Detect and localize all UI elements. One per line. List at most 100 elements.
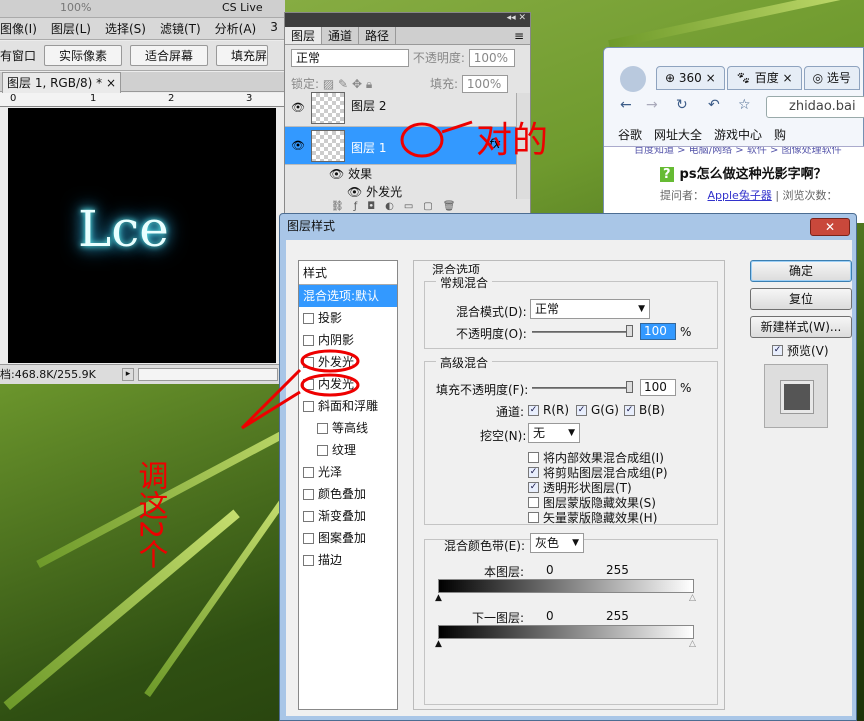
layer-name[interactable]: 图层 1 bbox=[351, 139, 386, 156]
style-item-drop-shadow[interactable]: 投影 bbox=[299, 307, 397, 329]
refresh-icon[interactable]: ↻ bbox=[676, 97, 688, 113]
checkbox[interactable]: ✓ bbox=[528, 404, 539, 416]
slider-black-handle[interactable]: ▲ bbox=[435, 593, 442, 603]
layer-name[interactable]: 图层 2 bbox=[351, 97, 386, 114]
asker-link[interactable]: Apple兔子器 bbox=[708, 189, 772, 202]
menu-image[interactable]: 图像(I) bbox=[0, 20, 37, 37]
style-item-color-overlay[interactable]: 颜色叠加 bbox=[299, 483, 397, 505]
forward-icon[interactable]: → bbox=[646, 97, 658, 113]
tab-paths[interactable]: 路径 bbox=[359, 27, 397, 44]
checkbox[interactable]: ✓ bbox=[624, 404, 635, 416]
close-icon[interactable]: × bbox=[106, 76, 116, 90]
slider-black-handle[interactable]: ▲ bbox=[435, 639, 442, 649]
preview-checkbox[interactable]: ✓ 预览(V) bbox=[772, 342, 829, 359]
horizontal-scrollbar[interactable] bbox=[138, 368, 278, 381]
checkbox[interactable] bbox=[303, 554, 314, 566]
layers-scrollbar[interactable] bbox=[516, 93, 530, 199]
checkbox[interactable] bbox=[303, 400, 314, 412]
cs-live[interactable]: CS Live bbox=[222, 1, 263, 14]
slider-white-handle[interactable]: △ bbox=[689, 593, 696, 603]
browser-tab[interactable]: ◎ 选号 bbox=[803, 66, 860, 90]
style-item-pattern-overlay[interactable]: 图案叠加 bbox=[299, 527, 397, 549]
panel-title-bar[interactable]: ◂◂ ✕ bbox=[285, 13, 530, 27]
style-item-outer-glow[interactable]: 外发光 bbox=[299, 351, 397, 373]
style-item-gradient-overlay[interactable]: 渐变叠加 bbox=[299, 505, 397, 527]
checkbox[interactable] bbox=[317, 444, 328, 456]
address-bar[interactable]: zhidao.bai bbox=[766, 96, 864, 118]
knockout-select[interactable]: 无 ▼ bbox=[528, 423, 580, 443]
fit-screen-button[interactable]: 适合屏幕 bbox=[130, 45, 209, 66]
opacity-slider[interactable] bbox=[532, 331, 632, 333]
blend-mode-select[interactable]: 正常 ▼ bbox=[530, 299, 650, 319]
user-avatar[interactable] bbox=[620, 66, 646, 92]
channel-r[interactable]: ✓ R(R) bbox=[528, 403, 569, 417]
checkbox[interactable] bbox=[303, 334, 314, 346]
checkbox[interactable] bbox=[303, 532, 314, 544]
browser-tab[interactable]: 🐾︎ 百度 × bbox=[726, 66, 802, 90]
layer-row-selected[interactable]: 👁︎ 图层 1 fx bbox=[285, 127, 517, 165]
fx-icon[interactable]: fx bbox=[489, 137, 500, 151]
fill-opacity-input[interactable]: 100 bbox=[640, 379, 676, 396]
panel-menu-icon[interactable]: ≡ bbox=[508, 27, 530, 44]
checkbox[interactable]: ✓ bbox=[528, 482, 539, 493]
fill-opacity-slider[interactable] bbox=[532, 387, 632, 389]
checkbox[interactable] bbox=[303, 510, 314, 522]
blend-if-select[interactable]: 灰色 ▼ bbox=[530, 533, 584, 553]
style-item-bevel-emboss[interactable]: 斜面和浮雕 bbox=[299, 395, 397, 417]
collapse-icon[interactable]: ◂◂ ✕ bbox=[507, 13, 526, 23]
style-item-inner-glow[interactable]: 内发光 bbox=[299, 373, 397, 395]
back-icon[interactable]: ← bbox=[620, 97, 632, 113]
menu-analysis[interactable]: 分析(A) bbox=[215, 20, 257, 37]
menu-select[interactable]: 选择(S) bbox=[105, 20, 146, 37]
menu-3d[interactable]: 3 bbox=[270, 20, 278, 37]
visibility-eye-icon[interactable]: 👁︎ bbox=[291, 139, 305, 152]
style-item-contour[interactable]: 等高线 bbox=[299, 417, 397, 439]
bookmark[interactable]: 购 bbox=[774, 124, 786, 146]
checkbox[interactable] bbox=[528, 452, 539, 463]
slider-white-handle[interactable]: △ bbox=[689, 639, 696, 649]
opacity-slider-handle[interactable] bbox=[626, 325, 633, 337]
opacity-input[interactable]: 100 bbox=[640, 323, 676, 340]
layer-blend-mode-select[interactable]: 正常 bbox=[291, 49, 409, 67]
checkbox[interactable] bbox=[303, 312, 314, 324]
style-item-satin[interactable]: 光泽 bbox=[299, 461, 397, 483]
panel-bottom-icons[interactable]: ⛓ƒ◘◐▭▢🗑︎ bbox=[331, 201, 576, 212]
checkbox[interactable]: ✓ bbox=[772, 345, 783, 356]
style-item-inner-shadow[interactable]: 内阴影 bbox=[299, 329, 397, 351]
fill-opacity-slider-handle[interactable] bbox=[626, 381, 633, 393]
bookmark[interactable]: 谷歌 bbox=[618, 124, 642, 146]
actual-pixels-button[interactable]: 实际像素 bbox=[44, 45, 123, 66]
checkbox[interactable] bbox=[528, 512, 539, 523]
checkbox[interactable]: ✓ bbox=[576, 404, 587, 416]
style-item-blending-options[interactable]: 混合选项:默认 bbox=[299, 285, 397, 307]
breadcrumb[interactable]: 百度知道 > 电脑/网络 > 软件 > 图像处理软件 bbox=[604, 147, 864, 159]
status-arrow-icon[interactable]: ▸ bbox=[122, 368, 134, 381]
fill-screen-button[interactable]: 填充屏 bbox=[216, 45, 269, 66]
effects-row[interactable]: 👁︎ 效果 bbox=[329, 165, 574, 182]
style-item-stroke[interactable]: 描边 bbox=[299, 549, 397, 571]
checkbox[interactable] bbox=[317, 422, 328, 434]
effect-outer-glow-row[interactable]: 👁︎ 外发光 bbox=[347, 183, 592, 200]
channel-b[interactable]: ✓ B(B) bbox=[624, 403, 665, 417]
layer-opacity-input[interactable]: 100% bbox=[468, 49, 515, 67]
checkbox[interactable] bbox=[303, 466, 314, 478]
style-item-texture[interactable]: 纹理 bbox=[299, 439, 397, 461]
star-icon[interactable]: ☆ bbox=[738, 97, 751, 113]
checkbox[interactable] bbox=[303, 356, 314, 368]
menu-filter[interactable]: 滤镜(T) bbox=[160, 20, 201, 37]
browser-tab[interactable]: ⊕ 360 × bbox=[656, 66, 725, 90]
checkbox[interactable] bbox=[303, 488, 314, 500]
tab-channels[interactable]: 通道 bbox=[322, 27, 360, 44]
close-button[interactable]: ✕ bbox=[810, 218, 850, 236]
zoom-level[interactable]: 100% bbox=[60, 1, 91, 14]
question-title[interactable]: ? ps怎么做这种光影字啊？ bbox=[660, 163, 827, 182]
tab-layers[interactable]: 图层 bbox=[285, 27, 323, 44]
bookmark[interactable]: 网址大全 bbox=[654, 124, 702, 146]
layer-row[interactable]: 👁︎ 图层 2 bbox=[285, 89, 517, 127]
checkbox[interactable]: ✓ bbox=[528, 467, 539, 478]
menu-layer[interactable]: 图层(L) bbox=[51, 20, 91, 37]
ok-button[interactable]: 确定 bbox=[750, 260, 852, 282]
styles-header[interactable]: 样式 bbox=[299, 261, 397, 285]
option-vector-mask-hides[interactable]: 矢量蒙版隐藏效果(H) bbox=[528, 509, 657, 526]
new-style-button[interactable]: 新建样式(W)... bbox=[750, 316, 852, 338]
